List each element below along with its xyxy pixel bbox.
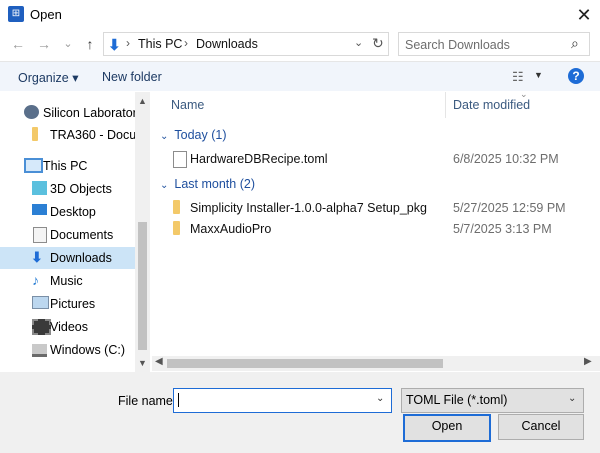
sidebar-item-documents[interactable]: Documents <box>0 224 135 246</box>
view-dropdown-icon[interactable]: ▼ <box>534 70 543 80</box>
app-icon: ⊞ <box>8 6 24 22</box>
sidebar-item-videos[interactable]: Videos <box>0 316 135 338</box>
sidebar-item-3d-objects[interactable]: 3D Objects <box>0 178 135 200</box>
text-caret <box>178 393 179 407</box>
sidebar-item-pictures[interactable]: Pictures <box>0 293 135 315</box>
folder-icon <box>173 221 180 235</box>
sidebar-item-downloads[interactable]: ⬇ Downloads <box>0 247 135 269</box>
open-button[interactable]: Open <box>403 414 491 442</box>
file-name-input[interactable]: ⌄ <box>173 388 392 413</box>
scroll-up-icon[interactable]: ▲ <box>138 96 147 106</box>
drive-icon <box>32 344 47 357</box>
music-icon: ♪ <box>32 272 39 288</box>
column-header-date-modified[interactable]: Date modified <box>453 98 530 112</box>
search-box[interactable]: Search Downloads ⌕ <box>398 32 590 56</box>
group-header-today[interactable]: ⌄ Today (1) <box>160 128 227 142</box>
documents-icon <box>33 227 47 243</box>
sidebar-scrollbar-thumb[interactable] <box>138 222 147 350</box>
file-list: Name Date modified ⌄ ⌄ Today (1) Hardware… <box>152 89 600 372</box>
refresh-icon[interactable]: ↻ <box>372 35 384 52</box>
breadcrumb-separator: › <box>126 36 130 50</box>
scroll-down-icon[interactable]: ▼ <box>138 358 147 368</box>
scroll-right-icon[interactable]: ▶ <box>584 356 592 367</box>
command-bar: Organize ▾ New folder ☷ ▼ ? <box>0 61 600 91</box>
help-icon[interactable]: ? <box>568 68 584 84</box>
sidebar-item-this-pc[interactable]: This PC <box>0 155 135 177</box>
recent-locations-button[interactable]: ⌄ <box>58 34 78 54</box>
scroll-left-icon[interactable]: ◀ <box>155 356 163 367</box>
forward-button[interactable]: → <box>34 34 54 54</box>
address-dropdown-icon[interactable]: ⌄ <box>354 36 363 49</box>
dialog-footer: File name: ⌄ TOML File (*.toml) ⌄ Open C… <box>0 372 600 453</box>
silicon-labs-icon <box>24 105 39 119</box>
back-button[interactable]: ← <box>8 34 28 54</box>
address-bar[interactable]: ⬇ › This PC › Downloads ⌄ ↻ <box>103 32 389 56</box>
search-icon[interactable]: ⌕ <box>571 35 579 52</box>
3d-objects-icon <box>32 181 47 195</box>
view-options-icon[interactable]: ☷ <box>512 69 524 85</box>
folder-icon <box>173 200 180 214</box>
horizontal-scrollbar-thumb[interactable] <box>167 359 443 368</box>
download-arrow-icon: ⬇ <box>108 37 121 54</box>
chevron-down-icon: ⌄ <box>568 393 577 404</box>
pc-icon <box>24 158 43 173</box>
chevron-down-icon: ⌄ <box>160 180 169 191</box>
sidebar-item-tra360-documents[interactable]: TRA360 - Documents <box>0 124 135 146</box>
breadcrumb-downloads[interactable]: Downloads <box>196 37 258 51</box>
sidebar-item-silicon-labs[interactable]: Silicon Laboratories <box>0 102 135 124</box>
new-folder-button[interactable]: New folder <box>102 70 162 84</box>
chevron-down-icon[interactable]: ⌄ <box>376 393 384 404</box>
column-divider[interactable] <box>445 92 446 118</box>
group-header-last-month[interactable]: ⌄ Last month (2) <box>160 177 255 191</box>
file-list-horizontal-scrollbar[interactable]: ◀ ▶ <box>152 356 600 371</box>
folder-icon <box>32 127 38 141</box>
pictures-icon <box>32 296 49 309</box>
sort-indicator-icon: ⌄ <box>520 89 528 99</box>
up-button[interactable]: ↑ <box>80 34 100 54</box>
file-row[interactable]: Simplicity Installer-1.0.0-alpha7 Setup_… <box>167 198 597 218</box>
sidebar-scrollbar[interactable]: ▲ ▼ <box>135 92 150 372</box>
file-icon <box>173 151 187 168</box>
organize-button[interactable]: Organize ▾ <box>18 70 78 85</box>
sidebar-item-windows-c[interactable]: Windows (C:) <box>0 339 135 361</box>
download-icon: ⬇ <box>31 249 43 265</box>
cancel-button[interactable]: Cancel <box>498 414 584 440</box>
sidebar-item-music[interactable]: ♪ Music <box>0 270 135 292</box>
window-title: Open <box>30 7 62 22</box>
breadcrumb-separator: › <box>184 36 188 50</box>
column-header-name[interactable]: Name <box>171 98 204 112</box>
breadcrumb-this-pc[interactable]: This PC <box>138 37 182 51</box>
search-placeholder: Search Downloads <box>405 38 510 52</box>
navigation-pane: Silicon Laboratories TRA360 - Documents … <box>0 92 150 372</box>
file-name-label: File name: <box>118 394 177 408</box>
file-row[interactable]: HardwareDBRecipe.toml 6/8/2025 10:32 PM <box>167 149 597 169</box>
sidebar-item-desktop[interactable]: Desktop <box>0 201 135 223</box>
file-type-select[interactable]: TOML File (*.toml) ⌄ <box>401 388 584 413</box>
file-row[interactable]: MaxxAudioPro 5/7/2025 3:13 PM <box>167 219 597 239</box>
close-button[interactable]: ✕ <box>572 3 596 27</box>
title-bar: ⊞ Open ✕ <box>0 0 600 30</box>
chevron-down-icon: ⌄ <box>160 131 169 142</box>
desktop-icon <box>32 204 47 215</box>
videos-icon <box>32 319 51 335</box>
